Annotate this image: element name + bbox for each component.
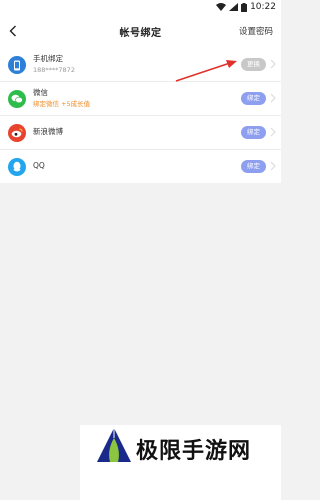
qq-icon <box>8 158 26 176</box>
binding-name: QQ <box>33 161 45 170</box>
binding-row-weibo[interactable]: 新浪微博 绑定 <box>0 116 281 150</box>
bind-weibo-button[interactable]: 绑定 <box>241 126 266 139</box>
binding-reward: 绑定微信 +5成长值 <box>33 100 91 108</box>
status-bar: 10:22 <box>0 0 281 14</box>
battery-icon <box>241 2 247 12</box>
binding-row-qq[interactable]: QQ 绑定 <box>0 150 281 183</box>
binding-name: 新浪微博 <box>33 127 63 136</box>
bind-wechat-button[interactable]: 绑定 <box>241 92 266 105</box>
binding-name: 手机绑定 <box>33 54 63 63</box>
watermark-logo-icon <box>97 428 131 462</box>
bind-qq-button[interactable]: 绑定 <box>241 160 266 173</box>
watermark-text: 极限手游网 <box>136 439 252 464</box>
red-arrow-annotation <box>175 60 237 82</box>
chevron-right-icon <box>270 59 276 69</box>
binding-detail: 188****7872 <box>33 66 75 74</box>
status-icons <box>216 2 247 12</box>
binding-name: 微信 <box>33 88 48 97</box>
nav-bar: 帐号绑定 设置密码 <box>0 14 281 48</box>
weibo-icon <box>8 124 26 142</box>
wechat-icon <box>8 90 26 108</box>
status-time: 10:22 <box>250 2 276 12</box>
chevron-right-icon <box>270 161 276 171</box>
set-password-link[interactable]: 设置密码 <box>239 25 273 37</box>
wifi-icon <box>216 3 226 11</box>
chevron-right-icon <box>270 93 276 103</box>
binding-row-wechat[interactable]: 微信 绑定微信 +5成长值 绑定 <box>0 82 281 116</box>
chevron-right-icon <box>270 127 276 137</box>
change-phone-button[interactable]: 更换 <box>241 58 266 71</box>
signal-icon <box>229 3 238 11</box>
phone-icon <box>8 56 26 74</box>
